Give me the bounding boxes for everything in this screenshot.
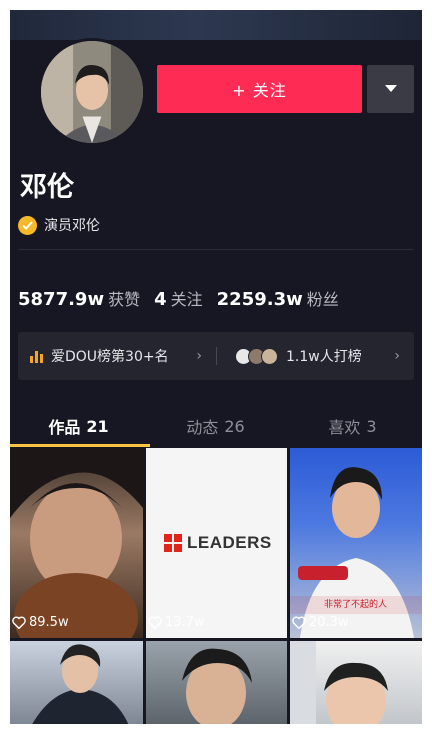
content-tabs: 作品 21 动态 26 喜欢 3	[10, 406, 422, 447]
support-rank-label: 1.1w人打榜	[286, 349, 362, 365]
video-likes: 20.3w	[292, 615, 349, 630]
tab-moments-label: 动态	[186, 418, 219, 437]
stat-followers[interactable]: 2259.3w 粉丝	[217, 286, 339, 310]
video-thumbnail-image	[10, 448, 143, 638]
tab-likes-count: 3	[366, 416, 377, 436]
supporter-avatars	[235, 347, 278, 365]
avatar-photo	[41, 41, 143, 143]
chevron-right-icon: ›	[394, 348, 400, 364]
stat-likes: 5877.9w 获赞	[18, 286, 140, 310]
video-thumbnail[interactable]: 非常了不起的人 20.3w	[290, 448, 422, 638]
verification-row: 演员邓伦	[18, 214, 100, 236]
tab-moments[interactable]: 动态 26	[147, 406, 284, 446]
follow-button-label: + 关注	[232, 81, 287, 100]
support-rank-link[interactable]: 1.1w人打榜 ›	[217, 332, 414, 380]
video-likes: 89.5w	[12, 615, 69, 630]
stat-followers-value: 2259.3w	[216, 289, 303, 310]
video-likes-count: 13.7w	[165, 615, 205, 630]
stat-following-value: 4	[154, 289, 167, 310]
verified-check-icon	[18, 215, 37, 235]
bar-chart-icon	[30, 351, 43, 363]
video-thumbnail-image	[290, 641, 388, 724]
stat-likes-label: 获赞	[108, 290, 141, 309]
profile-stats: 5877.9w 获赞 4 关注 2259.3w 粉丝	[18, 286, 353, 314]
tab-works-count: 21	[86, 416, 109, 436]
video-likes: 13.7w	[148, 615, 205, 630]
profile-screen: + 关注 邓伦 演员邓伦 5877.9w 获赞 4 关注 2259.3w 粉丝	[10, 10, 422, 724]
video-thumbnail-image	[32, 644, 129, 724]
video-thumbnail[interactable]	[146, 641, 287, 724]
heart-outline-icon	[148, 616, 162, 629]
chevron-right-icon: ›	[196, 348, 202, 364]
idol-rank-label: 爱DOU榜第30+名	[51, 349, 169, 365]
video-likes-count: 89.5w	[29, 615, 69, 630]
video-grid: 89.5w LEADERS 13.7w 非常了不起的人 20.3w	[10, 448, 422, 724]
video-thumbnail[interactable]: LEADERS 13.7w	[146, 448, 287, 638]
idol-rank-bar: 爱DOU榜第30+名 › 1.1w人打榜 ›	[18, 332, 414, 380]
more-options-button[interactable]	[367, 65, 414, 113]
profile-name: 邓伦	[20, 172, 74, 203]
caret-down-icon	[384, 85, 397, 92]
idol-rank-link[interactable]: 爱DOU榜第30+名 ›	[18, 332, 216, 380]
stat-following[interactable]: 4 关注	[154, 286, 203, 310]
tab-works-label: 作品	[48, 418, 81, 437]
divider	[18, 249, 414, 250]
video-thumbnail-image	[182, 648, 252, 724]
tab-likes-label: 喜欢	[328, 418, 361, 437]
stat-likes-value: 5877.9w	[18, 289, 105, 310]
video-thumbnail[interactable]	[10, 641, 143, 724]
tab-likes[interactable]: 喜欢 3	[284, 406, 421, 446]
video-likes-count: 20.3w	[309, 615, 349, 630]
leaders-logo-text: LEADERS	[187, 533, 272, 552]
supporter-avatar	[261, 347, 278, 365]
tab-moments-count: 26	[224, 416, 245, 436]
tab-works[interactable]: 作品 21	[10, 406, 150, 447]
heart-outline-icon	[292, 616, 306, 629]
video-thumbnail[interactable]	[290, 641, 422, 724]
leaders-logo-icon	[164, 534, 182, 552]
stat-following-label: 关注	[170, 290, 203, 309]
heart-outline-icon	[12, 616, 26, 629]
verified-label: 演员邓伦	[44, 218, 100, 234]
avatar[interactable]	[38, 38, 146, 146]
leaders-logo: LEADERS	[164, 533, 272, 553]
video-thumbnail[interactable]: 89.5w	[10, 448, 143, 638]
cover-banner	[10, 10, 422, 40]
follow-button[interactable]: + 关注	[157, 65, 362, 113]
video-caption: 非常了不起的人	[324, 600, 388, 610]
stat-followers-label: 粉丝	[306, 290, 339, 309]
